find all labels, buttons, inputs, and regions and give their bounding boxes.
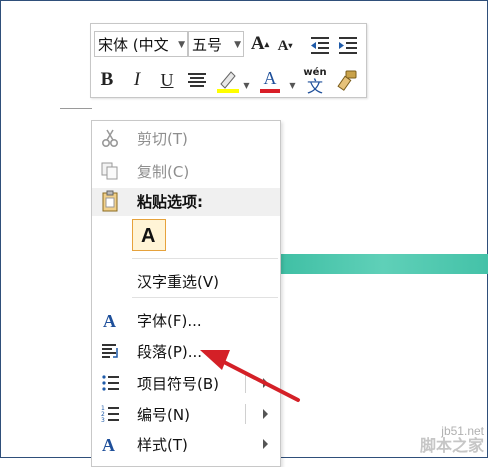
annotation-arrow [200, 350, 300, 402]
watermark-name: 脚本之家 [419, 436, 484, 455]
